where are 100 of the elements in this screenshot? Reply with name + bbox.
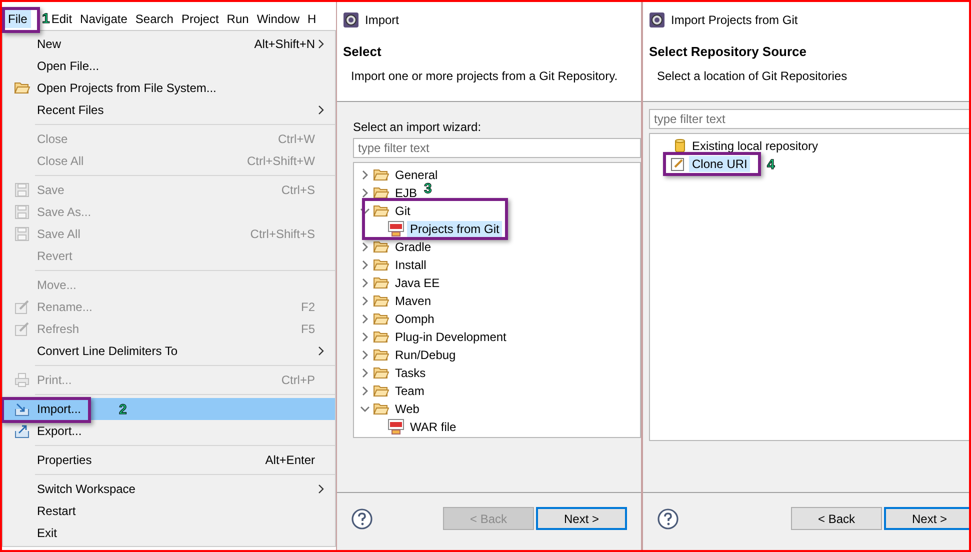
shortcut-text: F2 xyxy=(300,300,316,314)
folder-icon xyxy=(373,204,389,218)
tree-item[interactable]: Team xyxy=(392,383,428,399)
menu-item-label: Save xyxy=(37,183,66,197)
menu-item-label: Revert xyxy=(37,249,74,263)
chevron-right-icon[interactable] xyxy=(360,260,370,270)
highlight-frame xyxy=(2,7,40,33)
menu-bar-item[interactable]: H xyxy=(304,10,320,28)
tree-item[interactable]: Existing local repository xyxy=(689,138,822,154)
chevron-right-icon[interactable] xyxy=(360,188,370,198)
shortcut-text: Ctrl+P xyxy=(281,373,316,387)
chevron-right-icon[interactable] xyxy=(360,296,370,306)
chevron-right-icon[interactable] xyxy=(360,368,370,378)
tree-item[interactable]: Clone URI xyxy=(689,156,750,172)
chevron-down-icon[interactable] xyxy=(360,206,370,216)
folder-icon xyxy=(373,258,389,272)
window-title: Import Projects from Git xyxy=(671,13,798,27)
menu-item-label: Save All xyxy=(37,227,82,241)
menu-item-label: Close All xyxy=(37,154,85,168)
menu-item-label: Exit xyxy=(37,526,58,540)
menu-bar-item[interactable]: Navigate xyxy=(76,10,132,28)
step-number: 3 xyxy=(424,180,432,196)
folder-icon xyxy=(373,240,389,254)
folder-icon xyxy=(373,348,389,362)
shortcut-text: F5 xyxy=(300,322,316,336)
step-number: 2 xyxy=(119,401,127,417)
next-button[interactable]: Next > xyxy=(884,507,969,530)
tree-item[interactable]: Maven xyxy=(392,293,434,309)
back-button[interactable]: < Back xyxy=(791,507,882,530)
export-icon xyxy=(14,423,30,439)
page-description: Select a location of Git Repositories xyxy=(656,69,848,83)
next-button[interactable]: Next > xyxy=(536,507,627,530)
menu-item-label: Move... xyxy=(37,278,78,292)
tree-item[interactable]: Java EE xyxy=(392,275,443,291)
tree-item[interactable]: Tasks xyxy=(392,365,429,381)
tree-item[interactable]: Gradle xyxy=(392,239,434,255)
menu-bar-item[interactable]: Run xyxy=(222,10,253,28)
menu-item-label: Restart xyxy=(37,504,77,518)
gear-icon xyxy=(343,12,359,28)
menu-item-label: Switch Workspace xyxy=(37,482,136,496)
tree-item[interactable]: WAR file xyxy=(407,419,460,435)
folder-icon xyxy=(373,330,389,344)
tree-item[interactable]: Oomph xyxy=(392,311,438,327)
field-label: Select an import wizard: xyxy=(353,120,482,134)
help-icon[interactable] xyxy=(351,508,373,530)
menu-bar-item[interactable]: Window xyxy=(252,10,304,28)
shortcut-text: Alt+Shift+N xyxy=(254,37,316,51)
chevron-right-icon[interactable] xyxy=(360,242,370,252)
menu-bar-item[interactable]: Project xyxy=(177,10,223,28)
tree-item[interactable]: Run/Debug xyxy=(392,347,459,363)
tree-item[interactable]: Install xyxy=(392,257,430,273)
filter-field[interactable]: type filter text xyxy=(649,109,969,129)
gear-icon xyxy=(649,12,665,28)
chevron-down-icon[interactable] xyxy=(360,404,370,414)
step-number: 4 xyxy=(767,156,775,172)
git-icon xyxy=(388,419,404,435)
folder-icon xyxy=(373,294,389,308)
page-description: Import one or more projects from a Git Repository. xyxy=(350,69,619,83)
folder-icon xyxy=(373,402,389,416)
help-icon[interactable] xyxy=(657,508,679,530)
folder-icon xyxy=(14,81,30,95)
folder-icon xyxy=(373,276,389,290)
menu-item-label: Recent Files xyxy=(37,103,105,117)
menu-item-label: Open Projects from File System... xyxy=(37,81,218,95)
chevron-right-icon[interactable] xyxy=(360,332,370,342)
tree-item[interactable]: Plug-in Development xyxy=(392,329,510,345)
import-icon xyxy=(14,401,30,417)
pencil-icon xyxy=(14,321,30,337)
shortcut-text: Ctrl+Shift+W xyxy=(246,154,316,168)
tree-item[interactable]: Projects from Git xyxy=(407,221,502,237)
menu-item-label: New xyxy=(37,37,62,51)
folder-icon xyxy=(373,168,389,182)
filter-field[interactable]: type filter text xyxy=(353,138,641,158)
step-number: 1 xyxy=(42,10,50,26)
menu-item-label: Open File... xyxy=(37,59,100,73)
page-heading: Select Repository Source xyxy=(649,44,808,59)
chevron-right-icon[interactable] xyxy=(360,170,370,180)
tree-item[interactable]: Git xyxy=(392,203,414,219)
tree-item[interactable]: Web xyxy=(392,401,422,417)
chevron-right-icon[interactable] xyxy=(360,314,370,324)
folder-icon xyxy=(373,384,389,398)
menu-bar-item[interactable]: File xyxy=(4,10,32,28)
tree-item[interactable]: General xyxy=(392,167,441,183)
tree-item[interactable]: EJB xyxy=(392,185,420,201)
chevron-right-icon[interactable] xyxy=(360,386,370,396)
folder-icon xyxy=(373,366,389,380)
pencil-icon xyxy=(14,299,30,315)
menu-item-label: Save As... xyxy=(37,205,92,219)
edit-document-icon xyxy=(670,156,686,172)
chevron-right-icon[interactable] xyxy=(360,350,370,360)
shortcut-text: Ctrl+W xyxy=(278,132,316,146)
menu-item-label: Export... xyxy=(37,424,83,438)
shortcut-text: Ctrl+S xyxy=(281,183,316,197)
folder-icon xyxy=(373,312,389,326)
repository-icon xyxy=(674,138,686,154)
chevron-right-icon[interactable] xyxy=(360,278,370,288)
menu-bar-item[interactable]: Search xyxy=(131,10,178,28)
page-heading: Select xyxy=(343,44,382,59)
menu-item-label: Convert Line Delimiters To xyxy=(37,344,179,358)
menu-item-label: Properties xyxy=(37,453,93,467)
